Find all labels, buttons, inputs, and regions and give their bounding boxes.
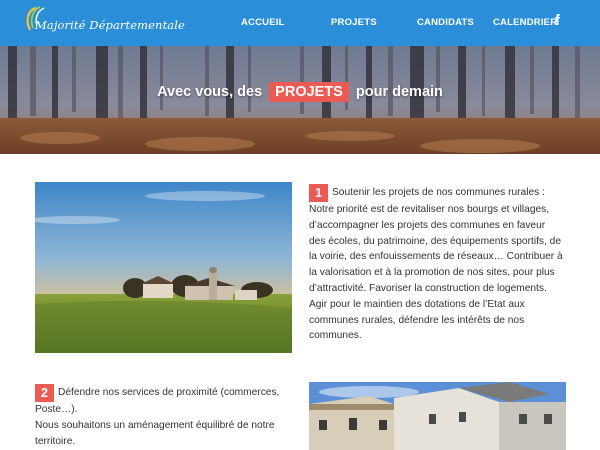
hero-title-suffix: pour demain bbox=[355, 84, 443, 100]
nav-item-calendrier[interactable]: CALENDRIER bbox=[493, 17, 557, 28]
nav-item-accueil[interactable]: ACCUEIL bbox=[241, 17, 285, 28]
project-2-number-badge: 2 bbox=[35, 384, 54, 402]
top-nav: Majorité Départementale ACCUEIL PROJETS … bbox=[0, 0, 600, 46]
project-2-body: Nous souhaitons un aménagement équilibré… bbox=[35, 420, 275, 448]
project-1-heading: Soutenir les projets de nos communes rur… bbox=[332, 187, 545, 199]
hero-title: Avec vous, des PROJETS pour demain bbox=[0, 82, 600, 102]
site-logo[interactable]: Majorité Départementale bbox=[22, 4, 185, 40]
facebook-icon[interactable]: f bbox=[555, 12, 569, 30]
hero-title-prefix: Avec vous, des bbox=[157, 84, 263, 100]
project-2-heading: Défendre nos services de proximité (comm… bbox=[35, 387, 280, 415]
hero-highlight-badge: PROJETS bbox=[269, 82, 349, 102]
logo-text: Majorité Départementale bbox=[35, 18, 185, 32]
project-1-block: 1 Soutenir les projets de nos communes ru… bbox=[309, 184, 563, 344]
project-1-number-badge: 1 bbox=[309, 184, 328, 202]
village-buildings-image bbox=[309, 382, 566, 450]
farm-landscape-image bbox=[35, 182, 292, 353]
project-1-body: Notre priorité est de revitaliser nos bo… bbox=[309, 204, 563, 342]
project-2-block: 2 Défendre nos services de proximité (com… bbox=[35, 384, 291, 450]
hero-banner: Avec vous, des PROJETS pour demain bbox=[0, 46, 600, 154]
nav-item-candidats[interactable]: CANDIDATS bbox=[417, 17, 474, 28]
nav-item-projets[interactable]: PROJETS bbox=[331, 17, 377, 28]
